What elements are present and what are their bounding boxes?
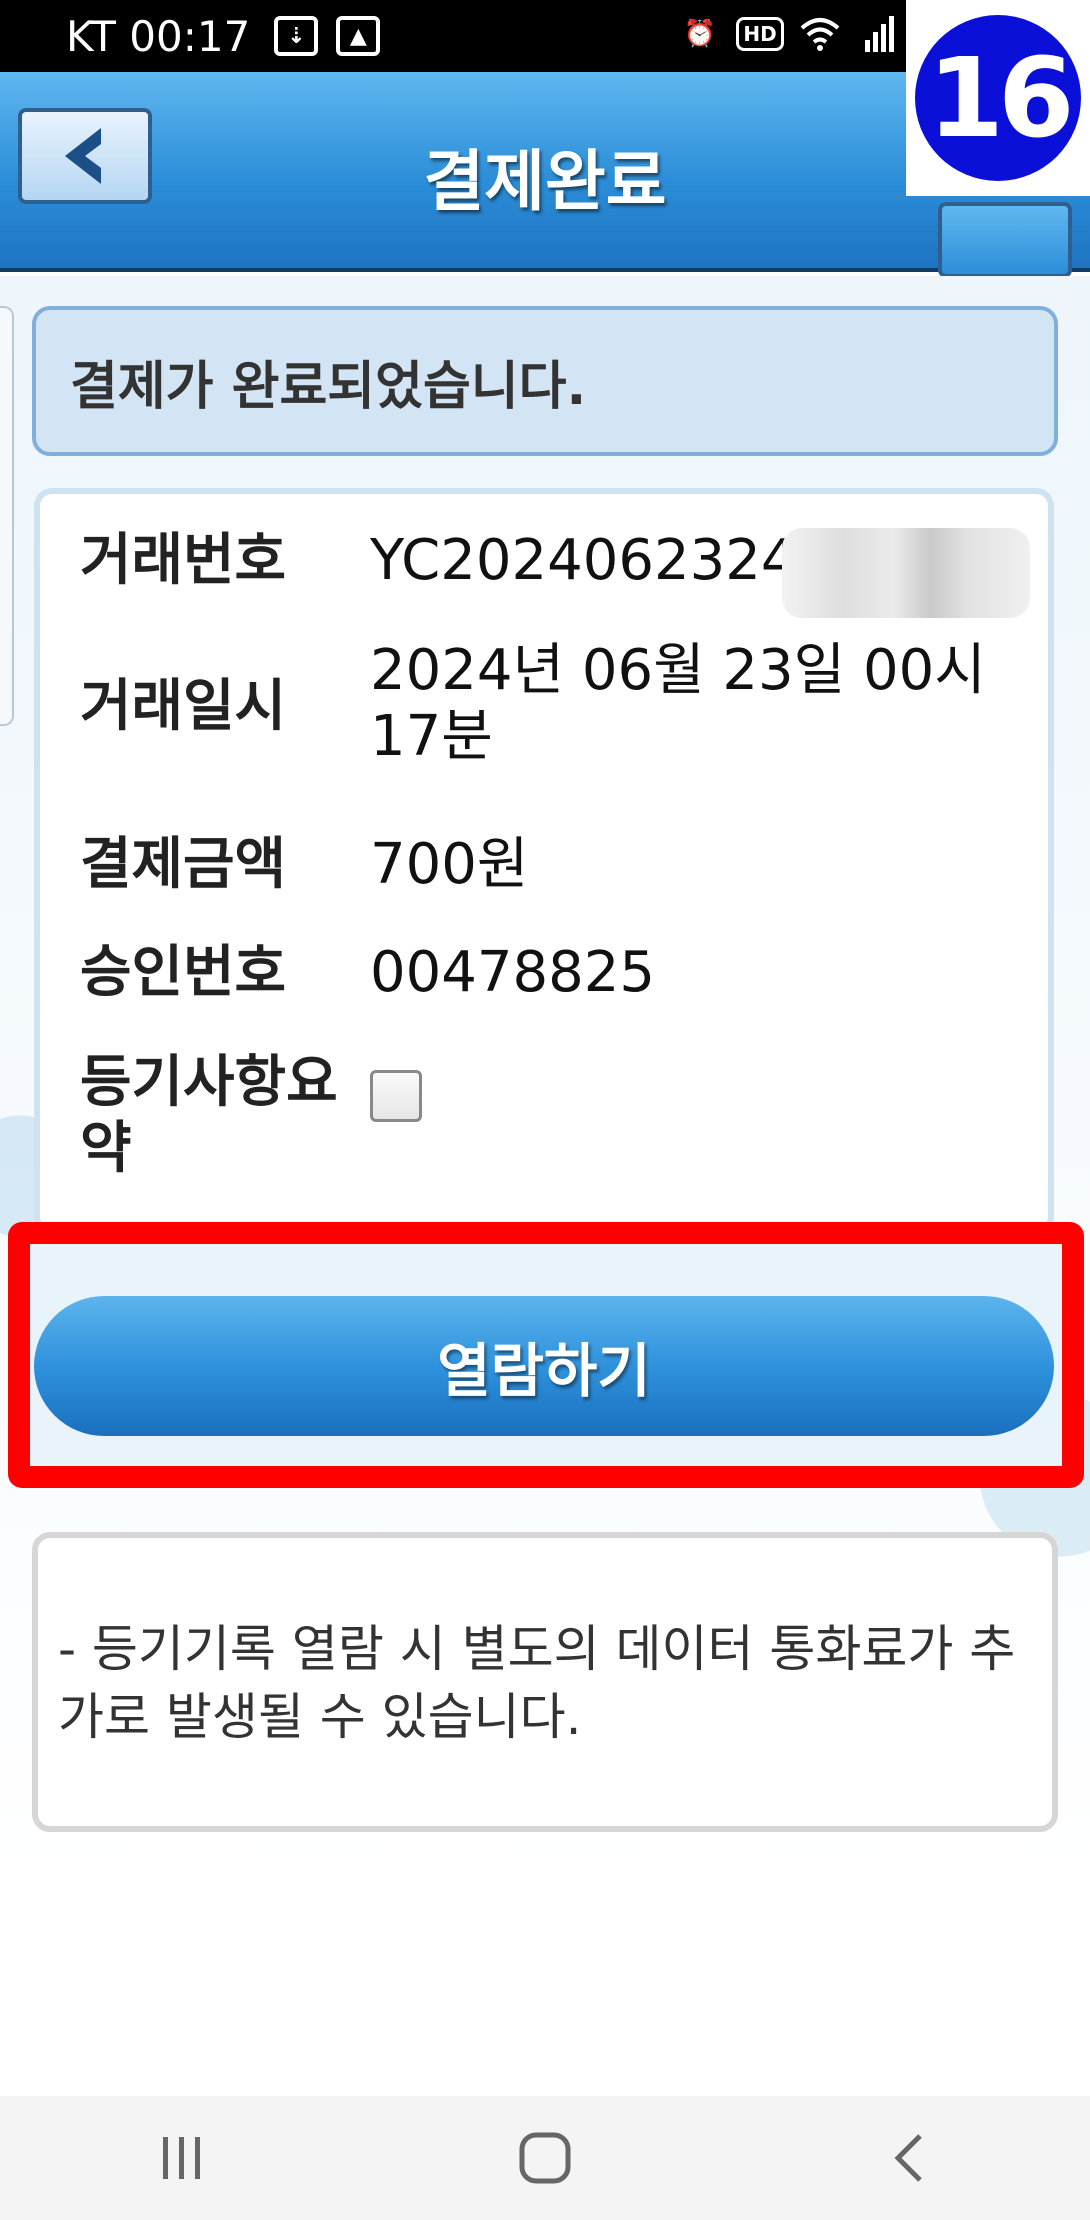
notification-download-icon: ⇣ <box>274 16 319 56</box>
status-notification-icons: ⇣ ▲ <box>274 16 381 56</box>
header-right-button[interactable] <box>938 202 1072 278</box>
info-row-registry-summary: 등기사항요약 <box>80 1050 1040 1182</box>
signal-icon <box>860 14 900 54</box>
status-carrier-time: KT 00:17 <box>66 11 251 61</box>
step-badge-container: 16 <box>906 0 1090 196</box>
view-button[interactable]: 열람하기 <box>34 1296 1054 1436</box>
wifi-icon <box>800 14 840 54</box>
info-label: 거래일시 <box>80 674 287 739</box>
info-row-transaction-id: 거래번호 YC20240623241 <box>80 528 1040 618</box>
notice-box: - 등기기록 열람 시 별도의 데이터 통화료가 추가로 발생될 수 있습니다. <box>32 1532 1058 1832</box>
transaction-datetime-value: 2024년 06월 23일 00시 17분 <box>370 638 986 770</box>
info-row-payment-amount: 결제금액 700원 <box>80 832 1040 898</box>
transaction-id-value: YC20240623241 <box>370 528 833 593</box>
recent-apps-button[interactable] <box>122 2118 242 2198</box>
hd-icon: HD <box>736 14 784 54</box>
info-row-approval-number: 승인번호 00478825 <box>80 940 1040 1006</box>
step-badge: 16 <box>915 15 1081 181</box>
side-panel-edge[interactable] <box>0 306 14 726</box>
home-button[interactable] <box>485 2118 605 2198</box>
info-label: 거래번호 <box>80 528 287 593</box>
nav-back-button[interactable] <box>848 2118 968 2198</box>
home-icon <box>519 2132 571 2184</box>
registry-summary-checkbox[interactable] <box>370 1070 422 1122</box>
info-value-container: YC20240623241 <box>370 528 1030 618</box>
info-label: 승인번호 <box>80 940 287 1005</box>
approval-number-value: 00478825 <box>370 940 656 1005</box>
masked-region <box>782 528 1030 618</box>
payment-amount-value: 700원 <box>370 832 529 897</box>
info-row-transaction-datetime: 거래일시 2024년 06월 23일 00시 17분 <box>80 638 1040 770</box>
system-nav-bar <box>0 2096 1090 2220</box>
info-label: 등기사항요약 <box>80 1050 338 1182</box>
main-content: 결제가 완료되었습니다. 거래번호 YC20240623241 거래일시 202… <box>0 276 1090 1876</box>
completion-message-box: 결제가 완료되었습니다. <box>32 306 1058 456</box>
info-label: 결제금액 <box>80 832 287 897</box>
completion-message: 결제가 완료되었습니다. <box>70 356 587 417</box>
notification-image-icon: ▲ <box>336 16 381 56</box>
recent-apps-icon <box>162 2137 200 2179</box>
alarm-icon: ⏰ <box>683 19 717 49</box>
notice-text: - 등기기록 열람 시 별도의 데이터 통화료가 추가로 발생될 수 있습니다. <box>58 1620 1016 1746</box>
back-icon <box>894 2134 923 2182</box>
info-value-container <box>370 1050 1030 1182</box>
payment-info-panel: 거래번호 YC20240623241 거래일시 2024년 06월 23일 00… <box>34 488 1054 1234</box>
status-system-icons: ⏰ HD <box>680 14 900 54</box>
